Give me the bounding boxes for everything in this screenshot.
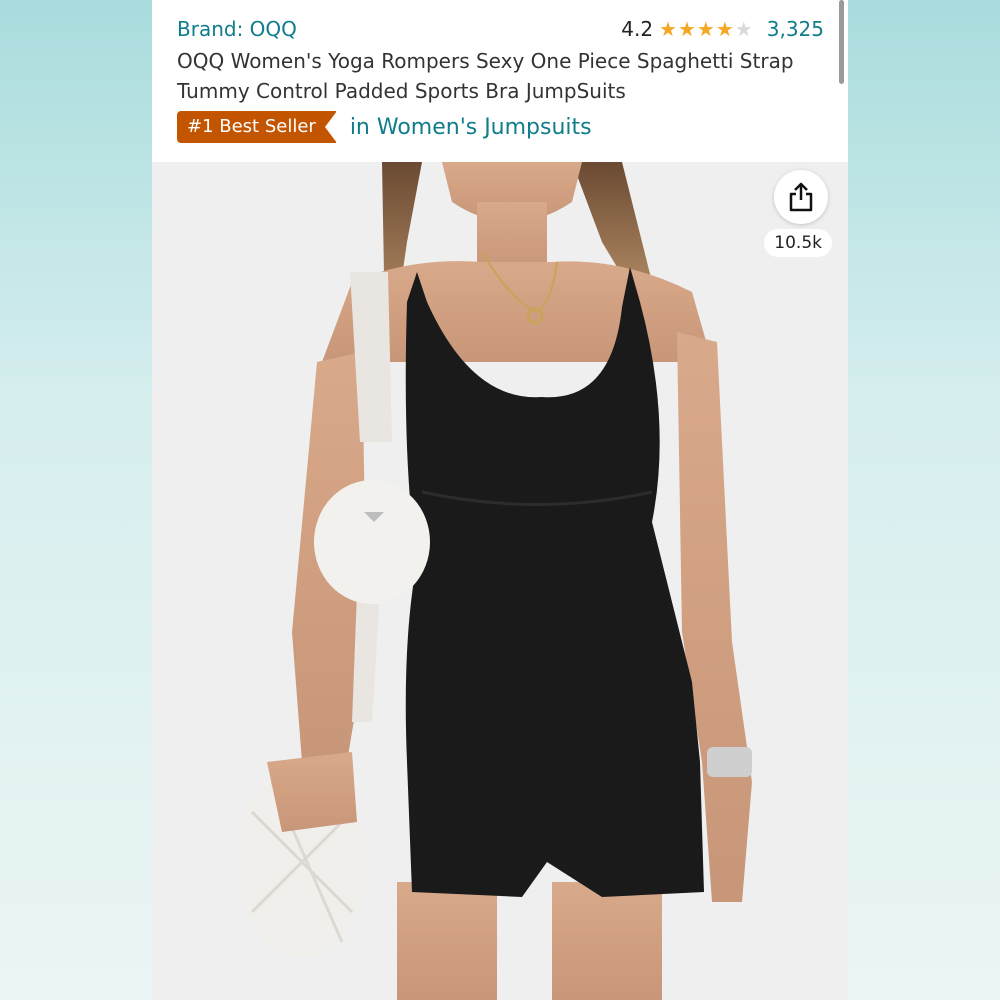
product-header: Brand: OQQ 4.2 ★ ★ ★ ★ ★ 3,325 OQQ Women… [152,0,848,162]
rating-value: 4.2 [621,17,654,41]
scrollbar[interactable] [839,0,844,84]
product-image[interactable] [152,162,848,1000]
rating-stars: ★ ★ ★ ★ ★ [659,19,753,39]
background-left [0,0,152,1000]
star-icon: ★ [696,17,715,41]
share-count: 10.5k [764,229,832,257]
star-icon: ★ [715,17,734,41]
best-seller-row: #1 Best Seller in Women's Jumpsuits [177,111,592,143]
rating[interactable]: 4.2 ★ ★ ★ ★ ★ 3,325 [621,17,824,41]
star-empty-icon: ★ [734,17,753,41]
star-icon: ★ [677,17,696,41]
background-right [848,0,1000,1000]
product-card: Brand: OQQ 4.2 ★ ★ ★ ★ ★ 3,325 OQQ Women… [152,0,848,1000]
product-photo-illustration [152,162,848,1000]
star-icon: ★ [659,17,677,41]
review-count-link[interactable]: 3,325 [767,17,824,41]
share-icon [789,182,813,212]
product-title: OQQ Women's Yoga Rompers Sexy One Piece … [177,49,794,103]
category-link[interactable]: in Women's Jumpsuits [350,115,592,140]
share-button[interactable] [774,170,828,224]
brand-link[interactable]: Brand: OQQ [177,17,297,41]
best-seller-badge[interactable]: #1 Best Seller [177,111,337,143]
